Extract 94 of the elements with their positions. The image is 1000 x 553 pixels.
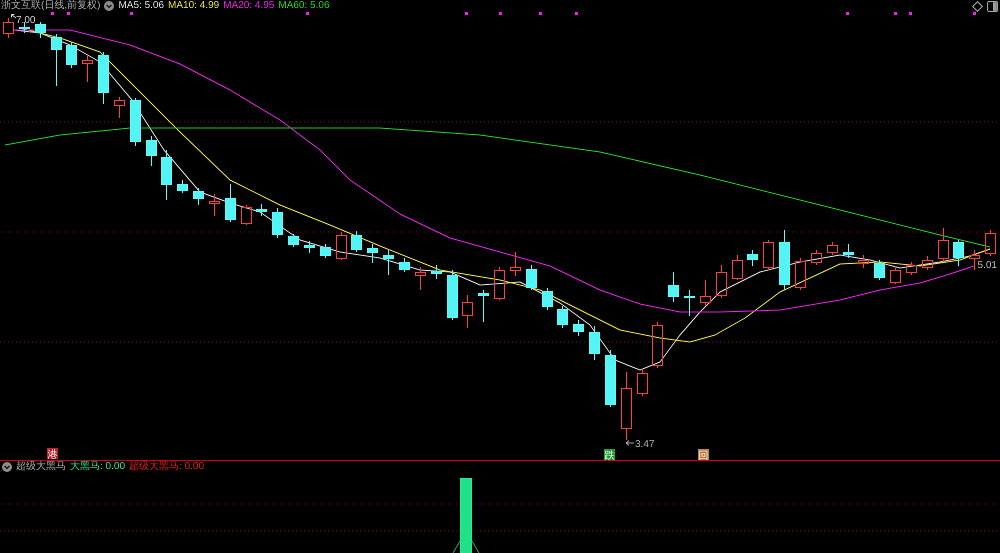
leader-arrow [626, 440, 634, 446]
candlestick [336, 232, 347, 260]
diamond-icon[interactable] [972, 0, 983, 12]
low-price-label: 3.47 [635, 439, 654, 450]
candlestick [146, 136, 157, 166]
candlestick [35, 22, 46, 38]
candlestick [193, 188, 204, 206]
candlestick [114, 96, 125, 118]
candlestick [130, 98, 141, 146]
indicator-reading: MA60: 5.06 [278, 0, 330, 12]
last-price-label: 5.01 [978, 260, 997, 271]
indicator-reading: MA10: 4.99 [168, 0, 220, 12]
candlestick [351, 230, 362, 252]
candlestick [3, 18, 14, 38]
marker-icon [575, 12, 578, 15]
candlestick [256, 204, 267, 216]
candlestick [795, 258, 806, 290]
candlestick [447, 270, 458, 320]
candlestick [161, 150, 172, 200]
candlestick [367, 244, 378, 264]
candlestick [177, 180, 188, 194]
candlestick [542, 288, 553, 310]
marker-icon [130, 12, 133, 15]
indicator-reading: MA5: 5.06 [118, 0, 164, 12]
candlestick [272, 208, 283, 238]
candlestick [462, 294, 473, 328]
event-badge: 回 [698, 449, 709, 460]
candlestick [320, 244, 331, 258]
candlestick [890, 266, 901, 284]
event-badge: 港 [47, 448, 58, 460]
dropdown-icon[interactable] [104, 1, 114, 11]
candlestick [747, 250, 758, 266]
indicator-reading: 超级大黑马: 0.00 [129, 461, 204, 473]
candlestick [573, 320, 584, 336]
high-price-label: 7.00 [16, 15, 36, 26]
marker-icon [846, 12, 849, 15]
marker-icon [539, 12, 542, 15]
candlestick [66, 42, 77, 68]
candlestick [383, 250, 394, 276]
candlestick [526, 264, 537, 290]
candlestick [557, 306, 568, 328]
marker-icon [909, 12, 912, 15]
candlestick [225, 184, 236, 222]
candlestick [906, 262, 917, 276]
candlestick [621, 372, 632, 440]
candlestick [478, 290, 489, 322]
candlestick [858, 254, 869, 268]
candlestick [732, 254, 743, 280]
candlestick [605, 350, 616, 408]
candlestick [953, 240, 964, 266]
candlestick [827, 242, 838, 256]
marker-icon [499, 12, 502, 15]
marker-icon [67, 12, 70, 15]
candlestick [969, 250, 980, 270]
marker-icon [51, 12, 54, 15]
candlestick [494, 266, 505, 300]
candlestick [637, 368, 648, 396]
candlestick [652, 322, 663, 368]
candlestick [98, 52, 109, 104]
candlestick [763, 240, 774, 270]
candlestick [985, 230, 996, 256]
leader-arrow [11, 14, 16, 18]
candlestick [843, 244, 854, 258]
candlestick [415, 266, 426, 290]
candlestick [779, 230, 790, 290]
marker-icon [306, 12, 309, 15]
candlestick [51, 34, 62, 86]
candlestick [700, 280, 711, 306]
candlestick [288, 234, 299, 248]
candlestick [589, 326, 600, 360]
candlestick [874, 260, 885, 280]
candlestick [510, 252, 521, 276]
candlestick [241, 204, 252, 226]
indicator-reading: 大黑马: 0.00 [70, 461, 126, 473]
candlestick [304, 240, 315, 254]
candlestick [811, 250, 822, 266]
candlestick [19, 22, 30, 34]
candlestick [668, 272, 679, 302]
candlestick [431, 264, 442, 280]
marker-icon [973, 12, 976, 15]
candlestick [938, 228, 949, 262]
candlestick [82, 54, 93, 82]
indicator-reading: MA20: 4.95 [223, 0, 274, 12]
dropdown-icon[interactable] [2, 462, 12, 472]
panel-toggle-icon[interactable] [987, 0, 998, 12]
candlestick [209, 194, 220, 216]
marker-icon [894, 12, 897, 15]
candlestick [922, 256, 933, 270]
marker-icon [465, 12, 468, 15]
candlestick [716, 264, 727, 298]
chart-title: 超级大黑马 [16, 461, 66, 473]
candlestick [399, 258, 410, 272]
event-badge: 跌 [604, 449, 615, 460]
candlestick [684, 290, 695, 316]
